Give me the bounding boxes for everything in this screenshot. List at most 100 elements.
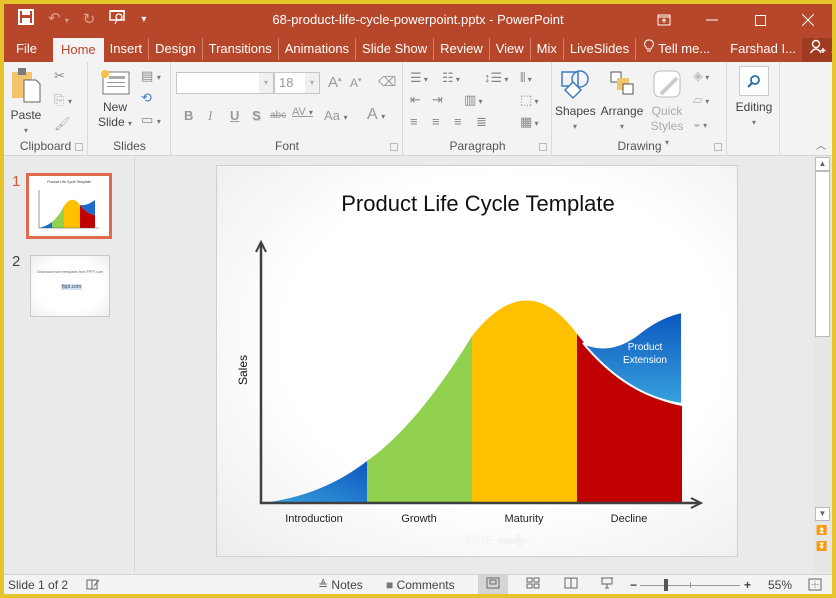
arrange-button[interactable]: Arrange ▾ bbox=[599, 68, 645, 134]
clear-formatting-icon[interactable]: ⌫ bbox=[378, 74, 396, 90]
quick-access-toolbar: ↶ ▾ ↻ ▾ bbox=[18, 8, 146, 32]
align-right-icon[interactable]: ≡ bbox=[454, 114, 462, 129]
shadow-button[interactable]: S bbox=[252, 108, 261, 123]
tab-liveslides[interactable]: LiveSlides bbox=[564, 38, 637, 60]
redo-icon[interactable]: ↻ bbox=[83, 10, 96, 30]
font-name-input[interactable]: ▾ bbox=[176, 72, 274, 94]
close-button[interactable] bbox=[784, 4, 832, 36]
text-direction-icon[interactable]: ⫴ ▾ bbox=[520, 70, 532, 86]
change-case-button[interactable]: Aa ▾ bbox=[324, 108, 348, 123]
character-spacing-button[interactable]: AV ▾ bbox=[292, 106, 313, 118]
scroll-up-button[interactable]: ▲ bbox=[815, 157, 830, 171]
undo-icon[interactable]: ↶ ▾ bbox=[48, 9, 69, 31]
paste-button[interactable]: Paste ▾ bbox=[8, 66, 44, 138]
slide-sorter-button[interactable] bbox=[518, 575, 548, 594]
font-size-dropdown-icon[interactable]: ▾ bbox=[305, 73, 319, 93]
font-dialog-launcher[interactable] bbox=[390, 143, 398, 151]
paragraph-dialog-launcher[interactable] bbox=[539, 143, 547, 151]
tab-design[interactable]: Design bbox=[149, 38, 203, 60]
scrollbar-thumb[interactable] bbox=[815, 171, 830, 337]
strikethrough-button[interactable]: abc bbox=[270, 110, 286, 121]
time-watermark: TIME bbox=[465, 533, 494, 547]
reset-slide-icon[interactable]: ⟲ bbox=[141, 90, 152, 106]
decrease-indent-icon[interactable]: ⇤ bbox=[410, 92, 421, 108]
slide-thumbnail-1[interactable]: Product Life Cycle Template bbox=[26, 173, 112, 239]
shape-fill-icon[interactable]: ◈ ▾ bbox=[693, 68, 709, 84]
editing-label: Editing bbox=[735, 100, 773, 114]
bullets-icon[interactable]: ☰ ▾ bbox=[410, 70, 428, 86]
slide-counter[interactable]: Slide 1 of 2 bbox=[8, 578, 68, 592]
align-center-icon[interactable]: ≡ bbox=[432, 114, 440, 129]
zoom-level[interactable]: 55% bbox=[768, 578, 792, 592]
new-slide-button[interactable]: New Slide ▾ bbox=[95, 68, 135, 131]
zoom-in-button[interactable]: + bbox=[744, 578, 751, 592]
previous-slide-icon[interactable]: ⏫ bbox=[816, 525, 827, 536]
format-painter-icon[interactable]: 🖌 bbox=[54, 116, 71, 132]
reading-view-button[interactable] bbox=[556, 575, 586, 594]
clipboard-dialog-launcher[interactable] bbox=[75, 143, 83, 151]
shapes-button[interactable]: Shapes ▾ bbox=[555, 68, 596, 134]
minimize-button[interactable] bbox=[688, 4, 736, 36]
layout-icon[interactable]: ▤ ▾ bbox=[141, 68, 161, 84]
align-text-icon[interactable]: ⬚ ▾ bbox=[520, 92, 539, 108]
justify-icon[interactable]: ≣ bbox=[476, 114, 487, 130]
section-icon[interactable]: ▭ ▾ bbox=[141, 112, 161, 128]
columns-icon[interactable]: ▥ ▾ bbox=[464, 92, 483, 108]
copy-icon[interactable]: ⎘ ▾ bbox=[54, 92, 72, 108]
start-slideshow-icon[interactable] bbox=[109, 9, 127, 31]
zoom-out-button[interactable]: − bbox=[630, 578, 637, 592]
slide-1[interactable]: Product Life Cycle Template Product Exte… bbox=[216, 165, 738, 557]
shape-effects-icon[interactable]: ◒ ▾ bbox=[693, 116, 707, 131]
share-button[interactable]: Share bbox=[801, 38, 832, 62]
numbering-icon[interactable]: ☷ ▾ bbox=[442, 70, 460, 86]
increase-indent-icon[interactable]: ⇥ bbox=[432, 92, 443, 108]
editing-button[interactable]: Editing ▾ bbox=[732, 66, 776, 130]
align-left-icon[interactable]: ≡ bbox=[410, 114, 418, 129]
scroll-down-button[interactable]: ▼ bbox=[815, 507, 830, 521]
slides-group: New Slide ▾ ▤ ▾ ⟲ ▭ ▾ Slides bbox=[89, 62, 171, 156]
font-size-input[interactable]: 18 ▾ bbox=[274, 72, 320, 94]
ribbon-display-options-icon[interactable] bbox=[640, 4, 688, 36]
italic-button[interactable]: I bbox=[208, 108, 212, 124]
slide-title: Product Life Cycle Template bbox=[341, 191, 615, 216]
tab-review[interactable]: Review bbox=[434, 38, 490, 60]
normal-view-button[interactable] bbox=[478, 575, 508, 594]
maximize-button[interactable] bbox=[736, 4, 784, 36]
spell-check-icon[interactable] bbox=[86, 578, 100, 593]
font-color-button[interactable]: A ▾ bbox=[367, 106, 385, 124]
tab-view[interactable]: View bbox=[490, 38, 531, 60]
shape-outline-icon[interactable]: ▱ ▾ bbox=[693, 92, 709, 108]
slide-thumbnail-2[interactable]: Download more templates from FPPT.com fp… bbox=[30, 255, 110, 317]
fit-slide-icon[interactable] bbox=[808, 578, 822, 594]
drawing-dialog-launcher[interactable] bbox=[714, 143, 722, 151]
collapse-ribbon-icon[interactable]: ︿ bbox=[816, 137, 826, 152]
shrink-font-icon[interactable]: A▾ bbox=[350, 76, 362, 90]
tab-slide-show[interactable]: Slide Show bbox=[356, 38, 435, 60]
tab-home[interactable]: Home bbox=[52, 38, 104, 62]
tell-me-search[interactable]: Tell me... bbox=[636, 38, 716, 60]
line-spacing-icon[interactable]: ↕☰ ▾ bbox=[484, 70, 508, 86]
customize-qat-icon[interactable]: ▾ bbox=[141, 10, 146, 30]
tab-animations[interactable]: Animations bbox=[279, 38, 357, 60]
comments-button[interactable]: ■ Comments bbox=[386, 578, 455, 592]
zoom-slider-thumb[interactable] bbox=[664, 579, 668, 591]
slide-show-button[interactable] bbox=[592, 575, 622, 594]
smartart-icon[interactable]: ▦ ▾ bbox=[520, 114, 539, 130]
next-slide-icon[interactable]: ⏬ bbox=[816, 541, 827, 552]
tab-file[interactable]: File bbox=[4, 38, 53, 60]
tab-insert[interactable]: Insert bbox=[104, 38, 150, 60]
normal-view-icon bbox=[486, 577, 500, 589]
bold-button[interactable]: B bbox=[184, 108, 193, 123]
notes-button[interactable]: ≜ Notes bbox=[318, 578, 363, 592]
underline-button[interactable]: U bbox=[230, 108, 239, 123]
tab-mix[interactable]: Mix bbox=[531, 38, 564, 60]
search-icon bbox=[739, 66, 769, 96]
grow-font-icon[interactable]: A▴ bbox=[328, 74, 342, 91]
save-icon[interactable] bbox=[18, 9, 34, 31]
cut-icon[interactable]: ✂ bbox=[54, 68, 65, 84]
tab-transitions[interactable]: Transitions bbox=[203, 38, 279, 60]
quick-styles-button[interactable]: Quick Styles ▾ bbox=[647, 68, 687, 150]
user-account[interactable]: Farshad I... bbox=[716, 38, 802, 60]
vertical-scrollbar[interactable]: ▲ ▼ ⏫ ⏬ bbox=[814, 157, 832, 572]
font-name-dropdown-icon[interactable]: ▾ bbox=[259, 73, 273, 93]
